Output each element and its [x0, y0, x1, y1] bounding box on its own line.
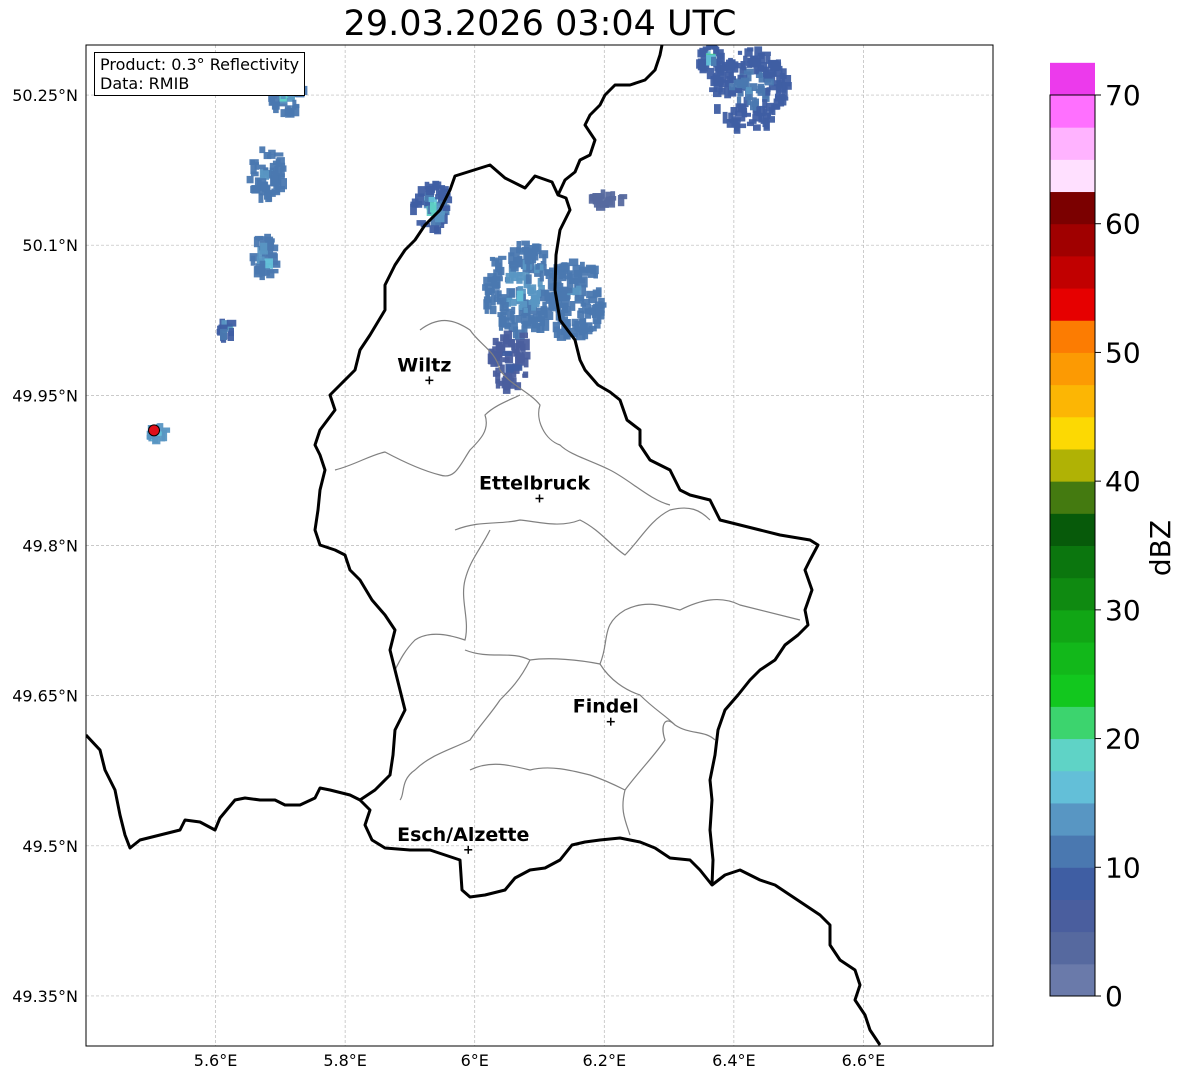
city-label: Ettelbruck	[479, 472, 590, 494]
colorbar-swatch	[1050, 159, 1095, 193]
colorbar-swatch	[1050, 770, 1095, 804]
colorbar-swatch	[1050, 835, 1095, 868]
colorbar-swatch	[1050, 191, 1095, 225]
city-label: Wiltz	[397, 354, 451, 376]
colorbar-swatch	[1050, 706, 1095, 740]
city-label: Findel	[573, 696, 639, 718]
colorbar-tick-label: 30	[1105, 594, 1141, 627]
colorbar-swatch	[1050, 384, 1095, 418]
colorbar-ticks: 0 10 20 30 40 50 60 70	[1095, 79, 1141, 1013]
colorbar-swatch	[1050, 738, 1095, 772]
lat-tick-label: 49.5°N	[22, 837, 78, 856]
lon-tick-label: 5.6°E	[194, 1051, 238, 1070]
lon-tick-label: 5.8°E	[323, 1051, 367, 1070]
colorbar-swatch	[1050, 674, 1095, 707]
colorbar-swatch	[1050, 513, 1095, 546]
colorbar-tick-label: 60	[1105, 208, 1141, 241]
lon-tick-label: 6.6°E	[842, 1051, 886, 1070]
colorbar-tick-label: 0	[1105, 980, 1123, 1013]
radar-site	[148, 424, 161, 437]
lat-tick-label: 50.25°N	[12, 86, 78, 105]
colorbar-swatch	[1050, 642, 1095, 675]
colorbar-swatch	[1050, 288, 1095, 321]
colorbar-tick-label: 50	[1105, 336, 1141, 369]
colorbar-tick-label: 20	[1105, 723, 1141, 756]
colorbar-swatch	[1050, 127, 1095, 160]
lat-tick-label: 49.35°N	[12, 987, 78, 1006]
lon-tick-label: 6.2°E	[583, 1051, 627, 1070]
colorbar-swatch	[1050, 448, 1095, 482]
product-info-box: Product: 0.3° Reflectivity Data: RMIB	[94, 52, 306, 96]
lat-tick-label: 49.65°N	[12, 687, 78, 706]
colorbar-tick-label: 40	[1105, 465, 1141, 498]
lat-tick-label: 49.95°N	[12, 386, 78, 405]
colorbar-swatch	[1050, 963, 1095, 997]
colorbar-swatch	[1050, 62, 1095, 96]
colorbar-swatch	[1050, 223, 1095, 257]
lat-tick-label: 49.8°N	[22, 537, 78, 556]
colorbar-swatch	[1050, 802, 1095, 836]
colorbar-label: dBZ	[1144, 520, 1177, 576]
colorbar-swatch	[1050, 352, 1095, 386]
colorbar-swatch	[1050, 545, 1095, 579]
colorbar-swatch	[1050, 577, 1095, 611]
colorbar-swatch	[1050, 867, 1095, 900]
radar-site-dot	[148, 424, 161, 437]
colorbar-swatch	[1050, 609, 1095, 643]
colorbar-swatch	[1050, 899, 1095, 933]
colorbar-tick-label: 70	[1105, 79, 1141, 112]
colorbar-swatch	[1050, 481, 1095, 514]
colorbar-swatch	[1050, 95, 1095, 128]
lat-tick-label: 50.1°N	[22, 236, 78, 255]
colorbar-tick-label: 10	[1105, 851, 1141, 884]
lon-tick-label: 6°E	[461, 1051, 489, 1070]
colorbar-swatch	[1050, 255, 1095, 289]
city-label: Esch/Alzette	[397, 824, 529, 846]
colorbar-swatch	[1050, 320, 1095, 353]
colorbar	[1050, 62, 1095, 997]
data-source-label: Data: RMIB	[100, 74, 190, 93]
colorbar-swatch	[1050, 416, 1095, 450]
product-label: Product: 0.3° Reflectivity	[100, 55, 300, 74]
lon-tick-label: 6.4°E	[712, 1051, 756, 1070]
radar-map: 0 10 20 30 40 50 60 70 dBZ 5.6°E 5.8°E 6°E 6.2°E 6.…	[12, 44, 1177, 1070]
colorbar-swatch	[1050, 931, 1095, 965]
